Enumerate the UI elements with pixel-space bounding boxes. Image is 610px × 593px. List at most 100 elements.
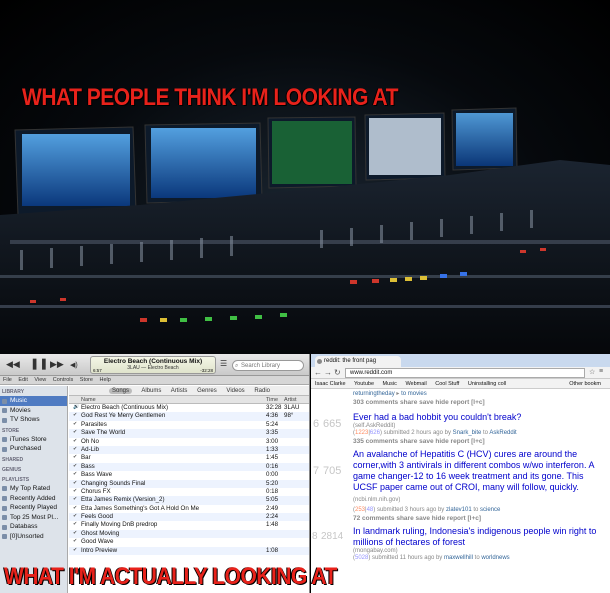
track-row[interactable]: 🔊 Electro Beach (Continuous Mix) 32:28 3LAU <box>69 404 309 412</box>
column-name[interactable]: Name <box>81 397 96 403</box>
track-row[interactable]: ✔ Bass 0:16 <box>69 462 309 472</box>
track-row[interactable]: ✔ Bar 1:45 <box>69 454 309 462</box>
track-row[interactable]: ✔ Feels Good 2:24 <box>69 513 309 522</box>
next-track-icon[interactable]: ▶▶ <box>50 359 64 370</box>
bookmark-youtube[interactable]: Youtube <box>354 381 374 387</box>
browser-tab-reddit[interactable]: reddit: the front pag <box>315 356 401 367</box>
previous-track-icon[interactable]: ◀◀ <box>6 359 20 370</box>
track-row[interactable]: ✔ Changing Sounds Final 5:20 <box>69 479 309 488</box>
forward-icon[interactable]: → <box>324 368 332 377</box>
track-row[interactable]: ✔ Finally Moving DnB predrop 1:48 <box>69 521 309 529</box>
track-checkbox[interactable]: ✔ <box>73 521 77 527</box>
post-author[interactable]: maxwellhill <box>444 555 473 561</box>
track-checkbox[interactable]: ✔ <box>73 547 77 553</box>
playlist-unsorted[interactable]: [0]Unsorted <box>0 532 67 542</box>
post-partial-author[interactable]: returningtheday <box>353 391 395 397</box>
track-checkbox[interactable]: ✔ <box>73 488 77 494</box>
bookmark-music[interactable]: Music <box>383 381 397 387</box>
sidebar-item-music[interactable]: Music <box>0 396 67 406</box>
track-checkbox[interactable]: ✔ <box>73 530 77 536</box>
sidebar-item-purchased[interactable]: Purchased <box>0 444 67 454</box>
post-partial-subreddit[interactable]: to movies <box>401 391 427 397</box>
track-row[interactable]: ✔ Bass Wave 0:00 <box>69 471 309 479</box>
track-row[interactable]: ✔ Parasites 5:24 <box>69 421 309 429</box>
post-domain[interactable]: (ncbi.nlm.nih.gov) <box>353 497 400 503</box>
track-row[interactable]: ✔ Etta James Something's Got A Hold On Me… <box>69 505 309 513</box>
track-checkbox[interactable]: ✔ <box>73 480 77 486</box>
sidebar-item-itunes-store[interactable]: iTunes Store <box>0 435 67 445</box>
post-title[interactable]: Ever had a bad hobbit you couldn't break… <box>353 412 606 423</box>
menu-controls[interactable]: Controls <box>53 377 73 383</box>
post-actions[interactable]: 72 comments share save hide report [l+c] <box>353 514 606 523</box>
back-icon[interactable]: ← <box>314 368 322 377</box>
track-checkbox[interactable]: ✔ <box>73 496 77 502</box>
sidebar-item-movies[interactable]: Movies <box>0 406 67 416</box>
track-row[interactable]: ✔ Intro Preview 1:08 <box>69 546 309 556</box>
track-row[interactable]: ✔ Oh No 3:00 <box>69 438 309 446</box>
menu-edit[interactable]: Edit <box>18 377 27 383</box>
post-title[interactable]: An avalanche of Hepatitis C (HCV) cures … <box>353 449 606 506</box>
now-playing-icon[interactable]: 🔊 <box>73 404 79 410</box>
track-checkbox[interactable]: ✔ <box>73 446 77 452</box>
track-checkbox[interactable]: ✔ <box>73 538 77 544</box>
post-subreddit[interactable]: science <box>480 507 500 513</box>
track-row[interactable]: ✔ God Rest Ye Merry Gentlemen 4:36 98° <box>69 412 309 421</box>
column-time[interactable]: Time <box>266 397 278 403</box>
playlist-recently-played[interactable]: Recently Played <box>0 503 67 513</box>
volume-icon[interactable]: ◀) <box>70 361 78 369</box>
tab-genres[interactable]: Genres <box>197 388 217 394</box>
post-author[interactable]: Snark_bite <box>453 430 482 436</box>
track-row[interactable]: ✔ Save The World 3:35 <box>69 429 309 438</box>
playlist-recently-added[interactable]: Recently Added <box>0 494 67 504</box>
tab-albums[interactable]: Albums <box>141 388 161 394</box>
menu-view[interactable]: View <box>34 377 46 383</box>
track-name: Bass <box>81 462 95 470</box>
star-icon[interactable]: ☆ <box>589 368 595 376</box>
track-checkbox[interactable]: ✔ <box>73 513 77 519</box>
playlist-databass[interactable]: Databass <box>0 522 67 532</box>
tab-radio[interactable]: Radio <box>254 388 270 394</box>
address-bar[interactable]: www.reddit.com <box>345 368 585 378</box>
track-row[interactable]: ✔ Etta James Remix (Version_2) 5:05 <box>69 496 309 505</box>
track-row[interactable]: ✔ Good Wave <box>69 538 309 546</box>
list-view-icon[interactable]: ☰ <box>220 359 227 368</box>
menu-help[interactable]: Help <box>99 377 110 383</box>
bookmark-uninstalling[interactable]: Uninstalling coll <box>468 381 506 387</box>
track-checkbox[interactable]: ✔ <box>73 463 77 469</box>
track-time: 32:28 <box>266 404 282 411</box>
post-actions[interactable]: 335 comments share save hide report [l+c… <box>353 437 606 446</box>
bookmark-isaac-clarke[interactable]: Isaac Clarke <box>315 381 346 387</box>
post-author[interactable]: zlatev101 <box>446 507 472 513</box>
pause-icon[interactable]: ❚❚ <box>30 357 48 370</box>
tab-videos[interactable]: Videos <box>226 388 244 394</box>
post-subreddit[interactable]: AskReddit <box>489 430 516 436</box>
track-row[interactable]: ✔ Ad-Lib 1:33 <box>69 445 309 455</box>
sidebar-item-tv-shows[interactable]: TV Shows <box>0 415 67 425</box>
track-checkbox[interactable]: ✔ <box>73 412 77 418</box>
track-checkbox[interactable]: ✔ <box>73 471 77 477</box>
bookmark-webmail[interactable]: Webmail <box>405 381 426 387</box>
playlist-top-25[interactable]: Top 25 Most Pl... <box>0 513 67 523</box>
post-partial-actions[interactable]: 303 comments share save hide report [l+c… <box>353 398 606 407</box>
track-checkbox[interactable]: ✔ <box>73 421 77 427</box>
tab-artists[interactable]: Artists <box>171 388 188 394</box>
menu-file[interactable]: File <box>3 377 12 383</box>
track-checkbox[interactable]: ✔ <box>73 505 77 511</box>
playlist-my-top-rated[interactable]: My Top Rated <box>0 484 67 494</box>
track-row[interactable]: ✔ Chorus FX 0:18 <box>69 488 309 496</box>
menu-icon[interactable]: ≡ <box>599 368 603 375</box>
track-checkbox[interactable]: ✔ <box>73 454 77 460</box>
reload-icon[interactable]: ↻ <box>334 368 341 377</box>
post-title[interactable]: In landmark ruling, Indonesia's indigeno… <box>353 526 606 548</box>
bookmark-cool-stuff[interactable]: Cool Stuff <box>435 381 459 387</box>
bookmark-other[interactable]: Other bookm <box>569 379 601 389</box>
track-row[interactable]: ✔ Ghost Moving <box>69 529 309 539</box>
now-playing-display[interactable]: Electro Beach (Continuous Mix) 3LAU — El… <box>90 356 216 374</box>
column-artist[interactable]: Artist <box>284 397 297 403</box>
tab-songs[interactable]: Songs <box>109 388 133 394</box>
track-checkbox[interactable]: ✔ <box>73 429 77 435</box>
library-search-input[interactable]: ⌕ Search Library <box>232 360 304 371</box>
post-subreddit[interactable]: worldnews <box>481 555 509 561</box>
menu-store[interactable]: Store <box>80 377 93 383</box>
track-checkbox[interactable]: ✔ <box>73 438 77 444</box>
